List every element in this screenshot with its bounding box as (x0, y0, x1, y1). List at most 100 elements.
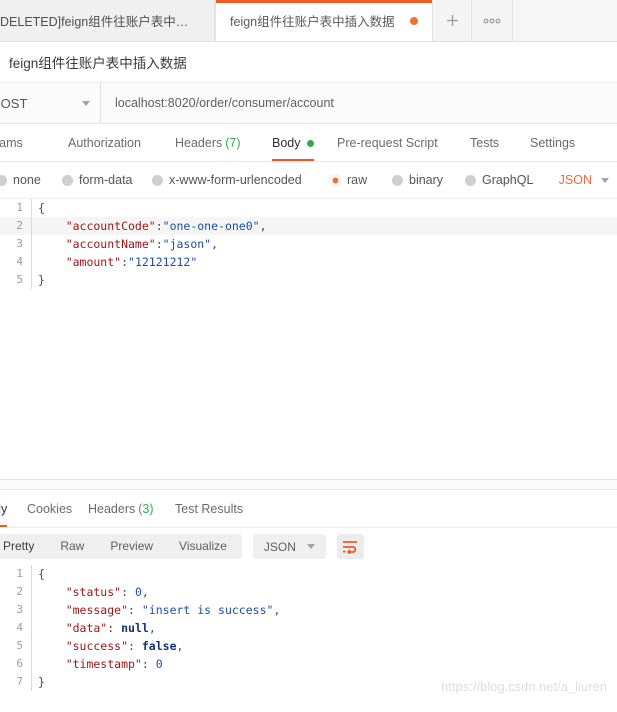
body-type-raw[interactable]: raw (330, 173, 367, 187)
radio-icon (392, 174, 403, 186)
chevron-down-icon (306, 544, 315, 549)
line-number: 2 (16, 585, 23, 598)
code-token: "accountName" (38, 237, 156, 251)
request-section-tabs: arams Authorization Headers(7) Body Pre-requ… (0, 124, 617, 162)
line-number: 3 (16, 603, 23, 616)
code-token: : (155, 219, 163, 233)
request-tab-deleted[interactable]: DELETED]feign组件往账户表中插入... (0, 0, 215, 41)
request-body-code[interactable]: 1{2 "accountCode":"one-one-one0", 3 "acco… (0, 199, 617, 289)
code-token: "status" (38, 585, 122, 599)
code-token: , (176, 639, 184, 653)
code-token: "success" (38, 639, 129, 653)
code-token: : (141, 657, 156, 671)
line-number: 4 (16, 621, 23, 634)
tab-label: Settings (530, 136, 576, 150)
body-type-x-www-form-urlencoded[interactable]: x-www-form-urlencoded (152, 173, 302, 187)
body-format-selector[interactable]: JSON (559, 173, 609, 187)
ellipsis-icon (483, 18, 501, 23)
body-type-label: raw (347, 173, 368, 187)
pane-splitter[interactable] (0, 479, 617, 490)
body-type-binary[interactable]: binary (392, 173, 443, 187)
code-token: : (107, 621, 122, 635)
line-number: 5 (16, 273, 23, 286)
tab-label: Headers (88, 502, 136, 516)
code-token: } (38, 675, 45, 689)
code-line: 4 "data": null, (0, 619, 617, 637)
tab-bar-empty-space (513, 0, 617, 41)
code-token: : (121, 255, 129, 269)
view-mode-preview[interactable]: Preview (97, 534, 166, 559)
request-tab-pre-request-script[interactable]: Pre-request Script (337, 125, 438, 161)
code-line: 1{ (0, 199, 617, 217)
new-tab-button[interactable] (433, 0, 472, 41)
code-token: , (259, 219, 267, 233)
word-wrap-button[interactable] (336, 534, 364, 559)
tab-label: Authorization (68, 136, 141, 150)
plus-icon (446, 15, 458, 26)
code-token: , (211, 237, 219, 251)
code-token: { (38, 201, 45, 215)
body-type-none[interactable]: none (0, 173, 41, 187)
request-tab-headers[interactable]: Headers (7) (175, 125, 241, 161)
view-mode-raw[interactable]: Raw (47, 534, 97, 559)
line-number: 3 (16, 237, 23, 250)
request-tab-settings[interactable]: Settings (530, 125, 575, 161)
request-tab-label: feign组件往账户表中插入数据 (230, 15, 395, 29)
code-token: "jason" (162, 237, 212, 251)
response-body-editor[interactable]: 1{2 "status": 0, 3 "message": "insert is … (0, 565, 617, 695)
tab-label: arams (0, 136, 23, 150)
body-type-label: form-data (79, 173, 133, 187)
request-tab-arams[interactable]: arams (0, 125, 23, 161)
request-tab-authorization[interactable]: Authorization (68, 125, 141, 161)
code-line: 4 "amount":"12121212" (0, 253, 617, 271)
code-content: { (32, 199, 617, 217)
request-body-editor[interactable]: 1{2 "accountCode":"one-one-one0", 3 "acco… (0, 199, 617, 479)
radio-icon (330, 174, 341, 186)
code-content: "accountCode":"one-one-one0", (32, 217, 617, 235)
url-input[interactable]: localhost:8020/order/consumer/account (101, 83, 617, 123)
radio-icon (465, 174, 476, 186)
response-tab-cookies[interactable]: Cookies (27, 491, 72, 527)
code-line: 2 "status": 0, (0, 583, 617, 601)
response-tab-test-results[interactable]: Test Results (175, 491, 243, 527)
code-token: : (155, 237, 163, 251)
code-token: "insert is success" (141, 603, 274, 617)
request-tab-active[interactable]: feign组件往账户表中插入数据 (215, 0, 433, 41)
view-mode-visualize[interactable]: Visualize (166, 534, 240, 559)
response-format-selector[interactable]: JSON (252, 534, 326, 559)
request-tab-label: DELETED]feign组件往账户表中插入... (0, 15, 200, 29)
code-content: "timestamp": 0 (32, 655, 617, 673)
http-method-selector[interactable]: POST (0, 83, 101, 123)
watermark: https://blog.csdn.net/a_liuren (441, 680, 607, 694)
body-type-label: GraphQL (482, 173, 534, 187)
request-name-row: feign组件往账户表中插入数据 (0, 42, 617, 83)
response-body-code[interactable]: 1{2 "status": 0, 3 "message": "insert is … (0, 565, 617, 691)
response-view-toolbar: Pretty Raw Preview Visualize JSON (0, 528, 617, 565)
code-token: , (148, 621, 156, 635)
code-token: "one-one-one0" (162, 219, 260, 233)
view-mode-pretty[interactable]: Pretty (0, 534, 47, 559)
chevron-down-icon (82, 100, 90, 106)
unsaved-changes-dot (410, 16, 418, 25)
body-type-form-data[interactable]: form-data (62, 173, 133, 187)
request-tab-tests[interactable]: Tests (470, 125, 499, 161)
code-content: } (32, 271, 617, 289)
request-tab-bar: DELETED]feign组件往账户表中插入... feign组件往账户表中插入… (0, 0, 617, 42)
request-tab-body[interactable]: Body (272, 125, 314, 161)
body-format-label: JSON (558, 173, 592, 187)
chevron-down-icon (601, 177, 609, 183)
response-section-tabs: dy Cookies Headers(3) Test Results (0, 490, 617, 528)
tab-options-button[interactable] (472, 0, 513, 41)
code-token: : (128, 639, 142, 653)
request-title: feign组件往账户表中插入数据 (9, 56, 187, 71)
body-type-GraphQL[interactable]: GraphQL (465, 173, 533, 187)
url-bar: POST localhost:8020/order/consumer/accou… (0, 83, 617, 124)
tab-label: Cookies (27, 502, 73, 516)
code-token: : (121, 585, 135, 599)
code-token: { (38, 567, 45, 581)
line-number: 5 (16, 639, 23, 652)
line-number: 1 (16, 567, 23, 580)
response-tab-dy[interactable]: dy (0, 491, 8, 527)
code-token: , (273, 603, 281, 617)
response-tab-headers[interactable]: Headers (3) (88, 491, 154, 527)
